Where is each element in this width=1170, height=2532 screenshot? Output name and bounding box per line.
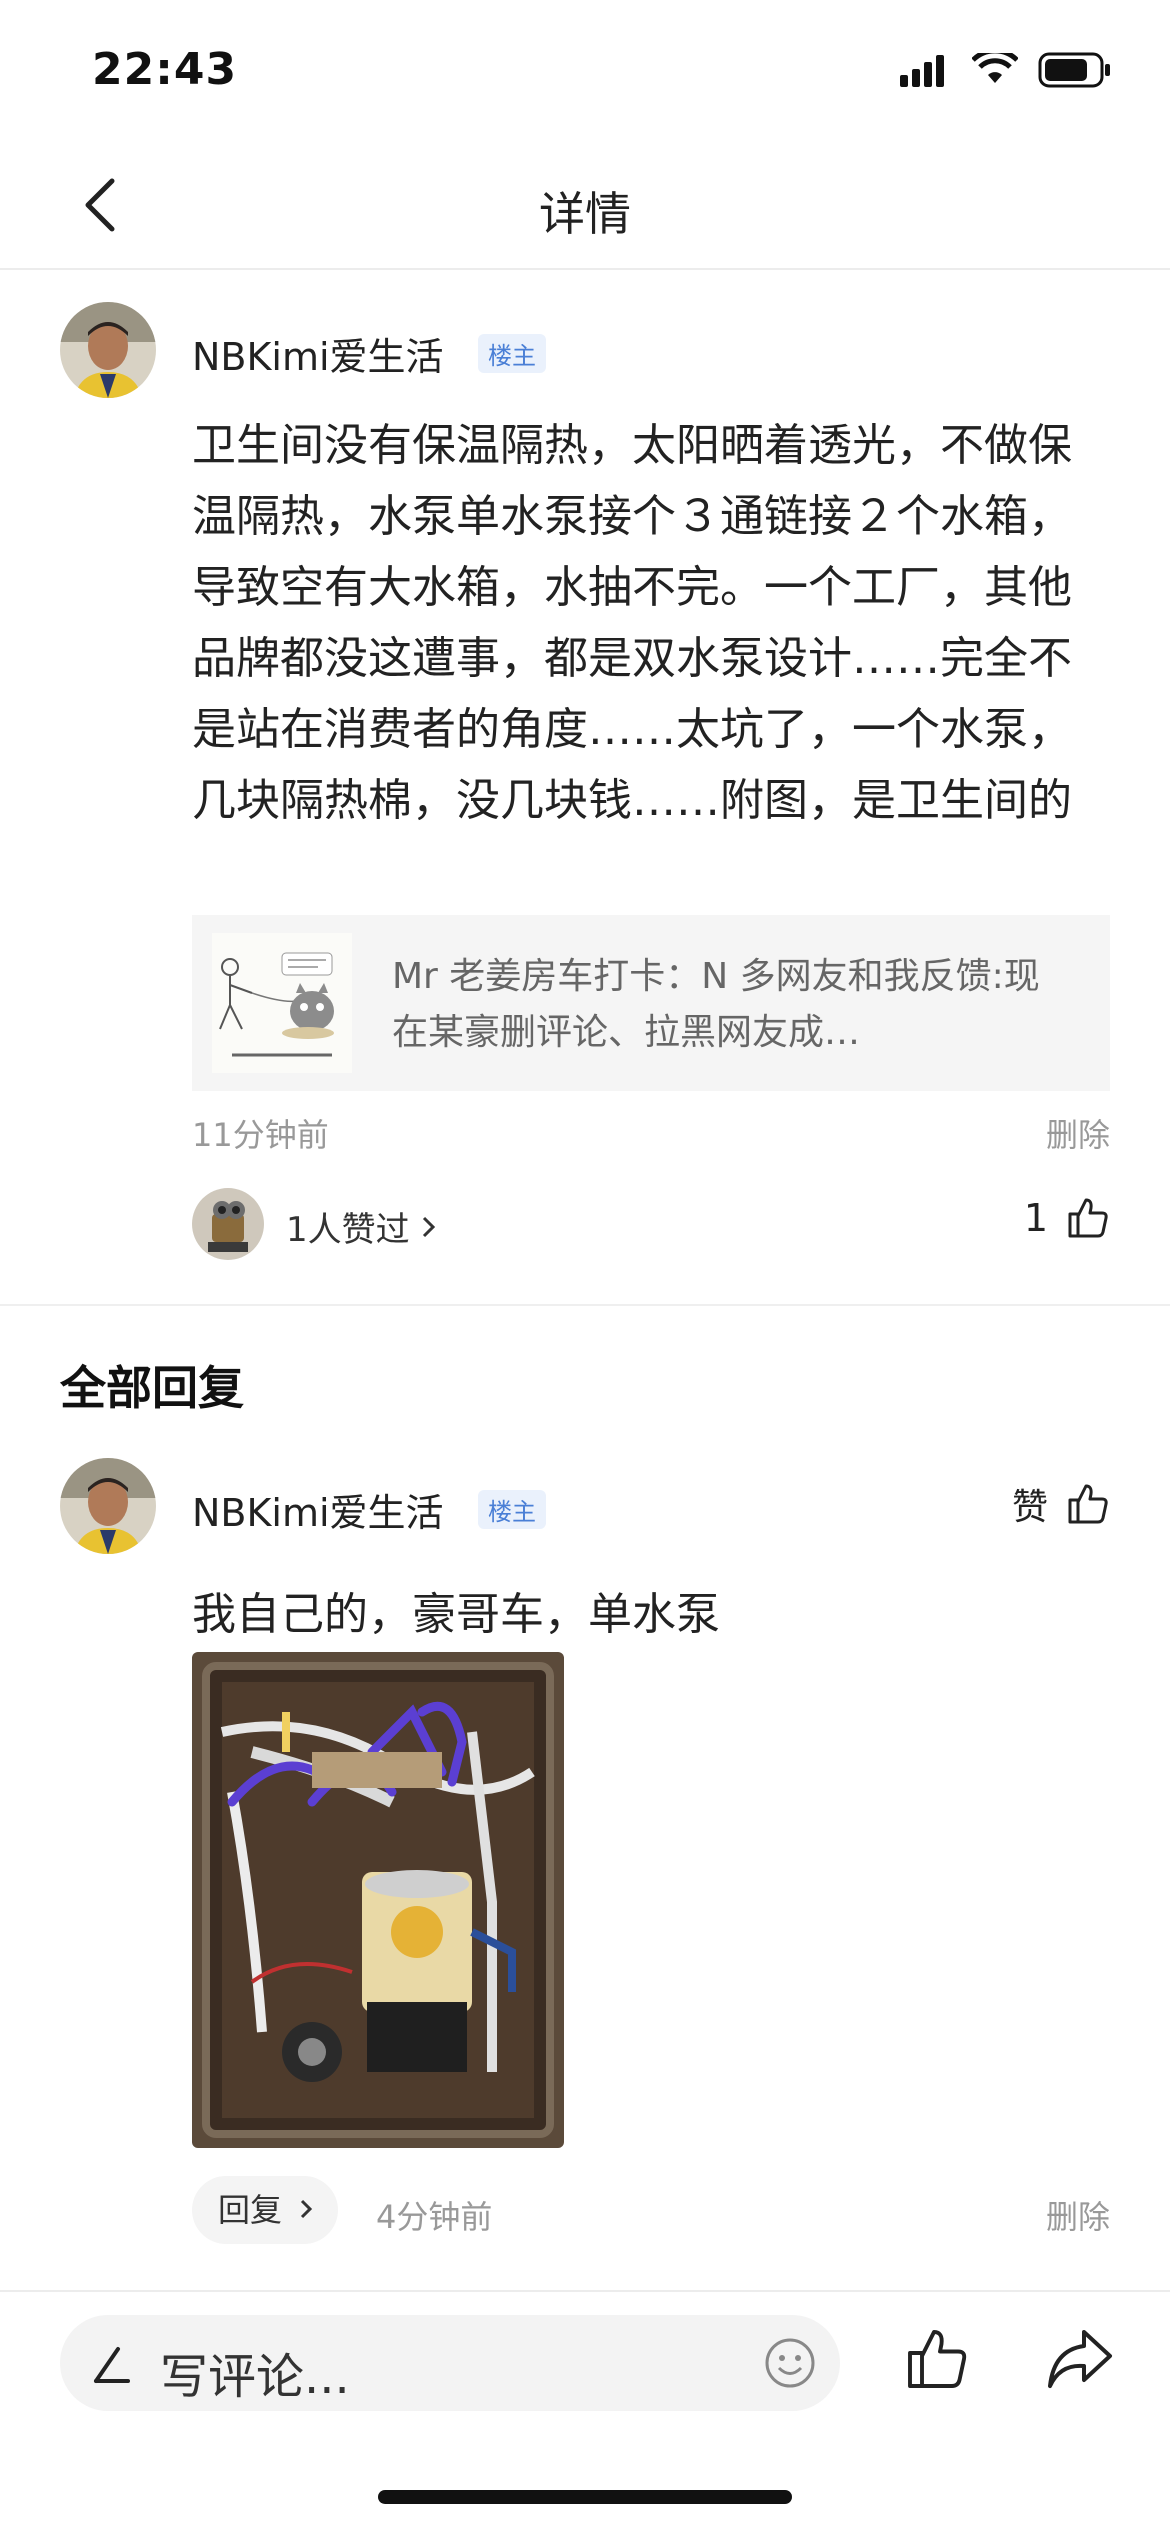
section-divider bbox=[0, 1304, 1170, 1306]
reply-author-avatar[interactable] bbox=[60, 1458, 156, 1554]
comment-input[interactable]: 写评论... bbox=[60, 2315, 840, 2411]
reply-content: 我自己的，豪哥车，单水泵 bbox=[192, 1589, 720, 1640]
like-icon[interactable] bbox=[904, 2326, 970, 2392]
pen-icon bbox=[94, 2347, 130, 2383]
emoji-icon[interactable] bbox=[764, 2337, 816, 2389]
author-name[interactable]: NBKimi爱生活 bbox=[192, 326, 444, 381]
reply-like-label: 赞 bbox=[1011, 1487, 1048, 1528]
status-icons bbox=[900, 52, 1112, 88]
status-time: 22:43 bbox=[92, 44, 238, 95]
reply-delete-button[interactable]: 删除 bbox=[1046, 2192, 1110, 2238]
signal-icon bbox=[900, 55, 944, 87]
post-delete-button[interactable]: 删除 bbox=[1046, 1110, 1110, 1156]
chevron-right-icon bbox=[301, 2199, 313, 2219]
shared-card-thumbnail bbox=[212, 933, 352, 1073]
post-like-count: 1 bbox=[1023, 1196, 1048, 1240]
likes-summary-label: 1人赞过 bbox=[286, 1210, 410, 1250]
likes-summary[interactable]: 1人赞过 bbox=[286, 1202, 438, 1251]
author-avatar[interactable] bbox=[60, 302, 156, 398]
shared-card-text: Mr 老姜房车打卡：N 多网友和我反馈:现在某豪删评论、拉黑网友成… bbox=[392, 956, 1040, 1053]
reply-like-button[interactable]: 赞 bbox=[1012, 1478, 1110, 1530]
reply-time: 4分钟前 bbox=[376, 2198, 493, 2236]
page-title: 详情 bbox=[539, 187, 631, 241]
reply-photo[interactable] bbox=[192, 1652, 564, 2148]
post-like-button[interactable]: 1 bbox=[1024, 1196, 1110, 1240]
comment-placeholder: 写评论... bbox=[160, 2349, 350, 2405]
reply-button[interactable]: 回复 bbox=[192, 2176, 338, 2244]
shared-link-card[interactable]: Mr 老姜房车打卡：N 多网友和我反馈:现在某豪删评论、拉黑网友成… bbox=[192, 915, 1110, 1091]
thumbs-up-icon bbox=[1068, 1484, 1108, 1524]
liker-avatar[interactable] bbox=[192, 1188, 264, 1260]
reply-author-name[interactable]: NBKimi爱生活 bbox=[192, 1482, 444, 1537]
post-content: 卫生间没有保温隔热，太阳晒着透光，不做保温隔热，水泵单水泵接个３通链接２个水箱，… bbox=[192, 420, 1072, 826]
chevron-right-icon bbox=[422, 1216, 435, 1237]
reply-owner-badge: 楼主 bbox=[478, 1490, 546, 1529]
share-icon[interactable] bbox=[1046, 2326, 1116, 2392]
thumbs-up-icon bbox=[1068, 1198, 1108, 1238]
reply-button-label: 回复 bbox=[218, 2191, 283, 2229]
battery-icon bbox=[1038, 52, 1110, 88]
replies-section-title: 全部回复 bbox=[60, 1361, 244, 1415]
post-time: 11分钟前 bbox=[192, 1116, 329, 1154]
owner-badge: 楼主 bbox=[478, 334, 546, 373]
home-indicator bbox=[378, 2490, 792, 2504]
wifi-icon bbox=[972, 53, 1018, 83]
